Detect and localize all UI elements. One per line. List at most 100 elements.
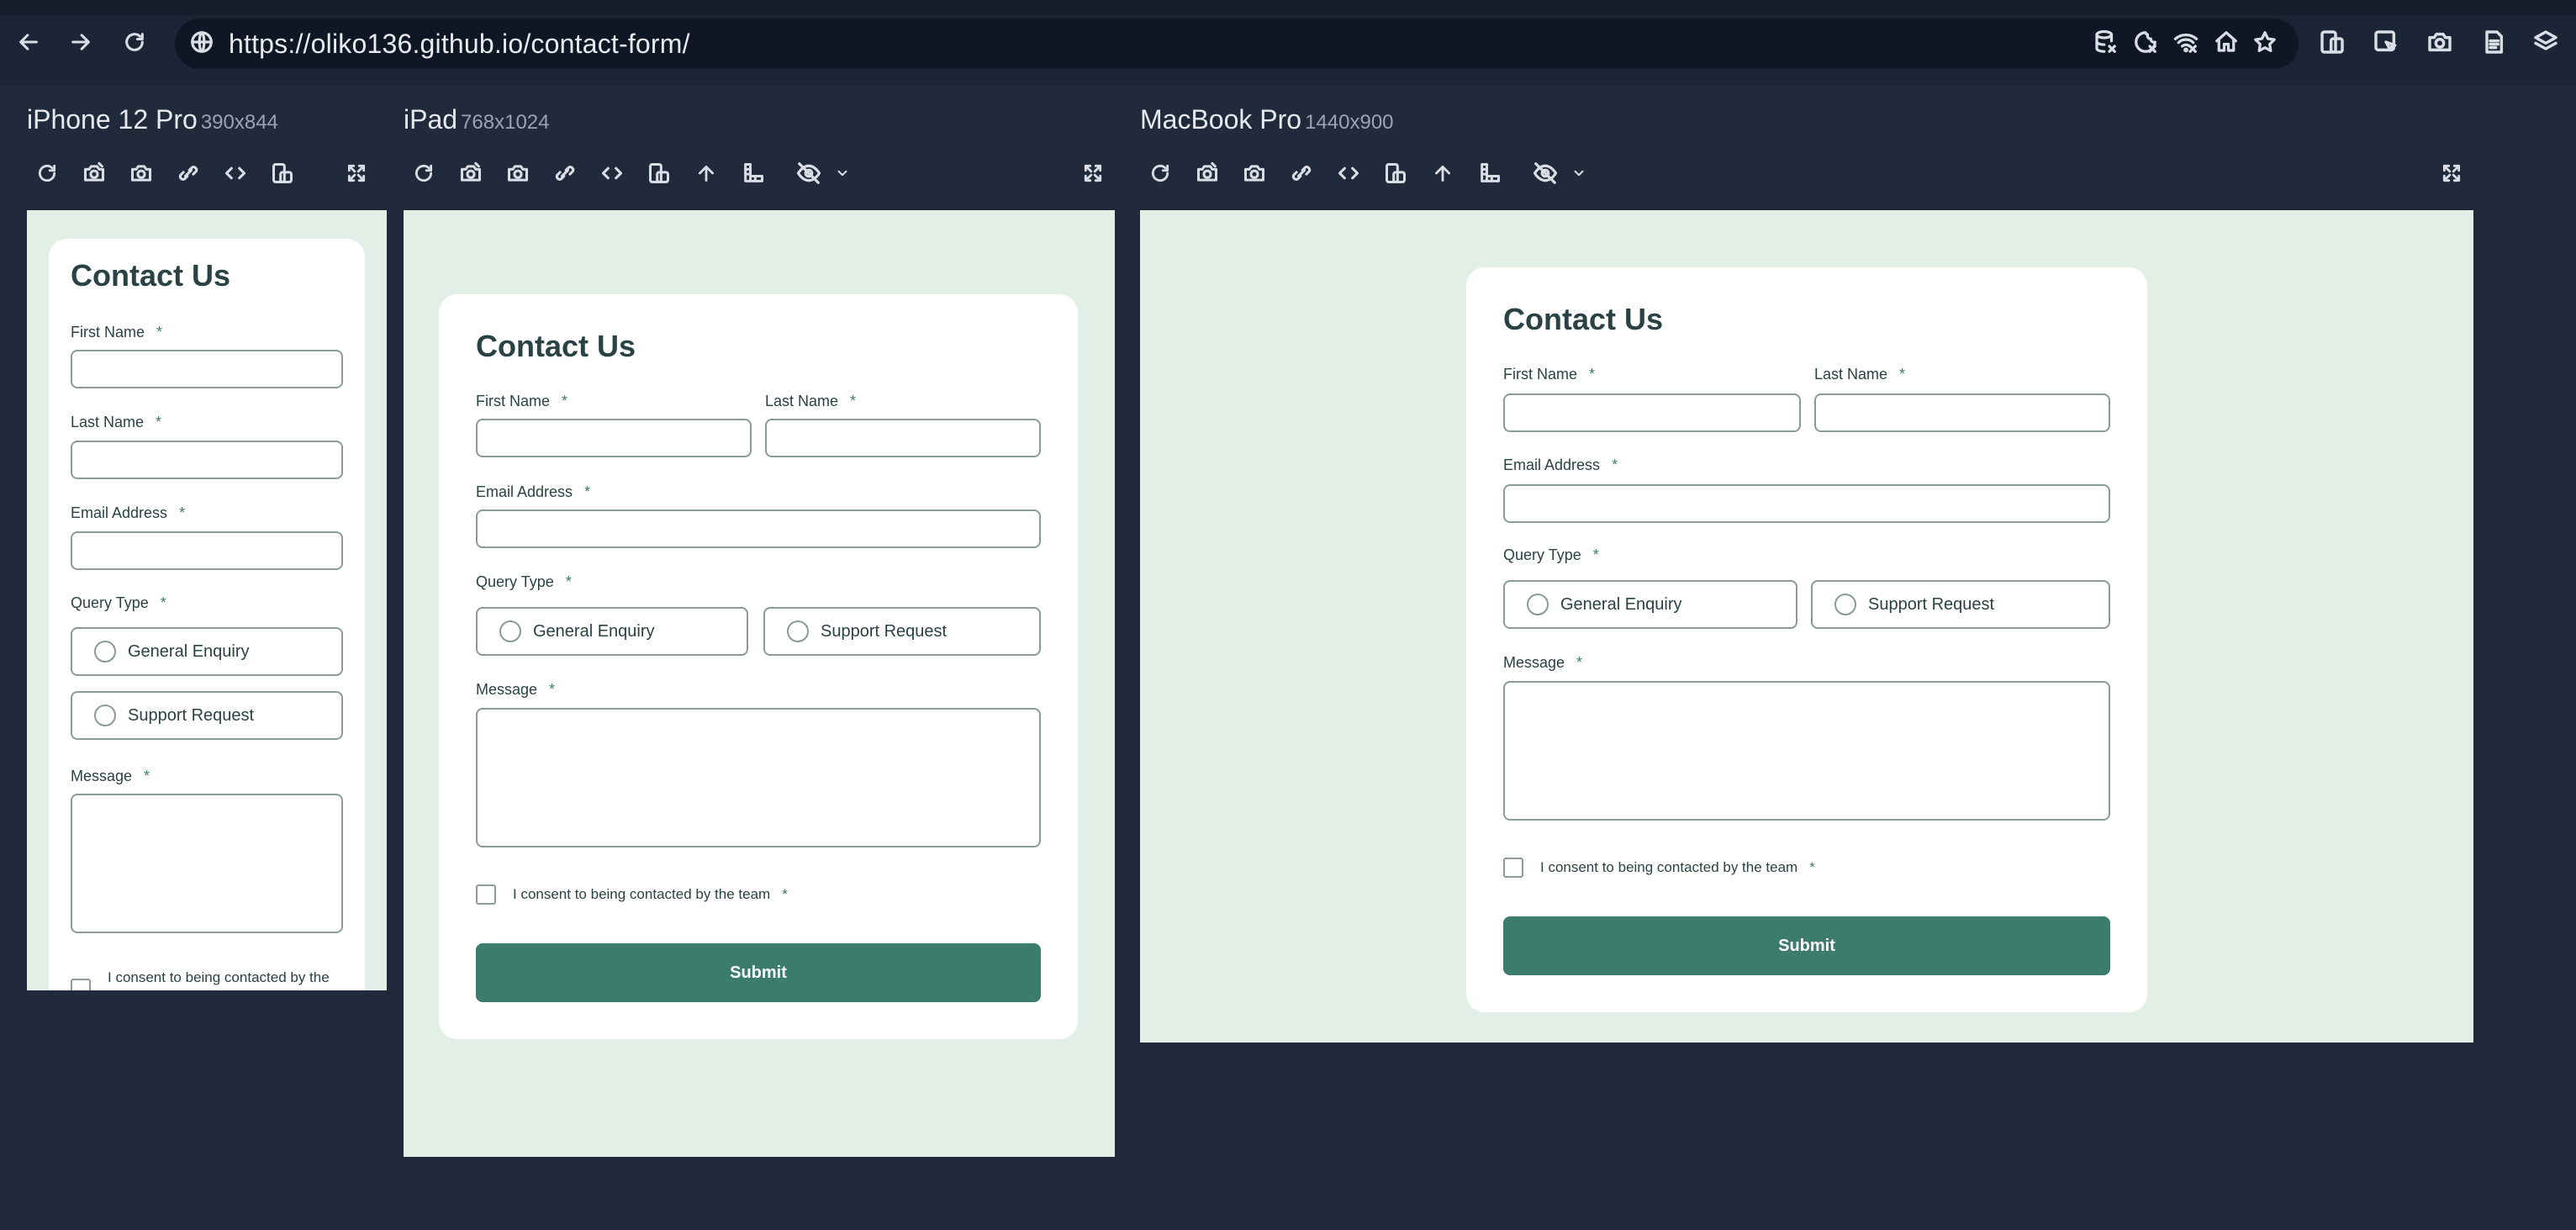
email-label: Email Address * (476, 483, 590, 501)
required-mark: * (1589, 366, 1596, 383)
screenshot-full-icon[interactable] (79, 158, 109, 188)
database-icon[interactable] (2090, 27, 2120, 57)
label-text: Query Type (476, 573, 554, 590)
link-icon[interactable] (1286, 158, 1317, 188)
general-enquiry-option[interactable]: General Enquiry (476, 607, 748, 656)
label-text: Query Type (71, 594, 149, 611)
message-textarea[interactable] (71, 794, 343, 933)
required-mark: * (850, 393, 857, 409)
radio-circle[interactable] (499, 620, 521, 642)
scroll-up-icon[interactable] (691, 158, 721, 188)
refresh-icon[interactable] (409, 158, 439, 188)
screenshot-full-icon[interactable] (456, 158, 486, 188)
last-name-input[interactable] (765, 419, 1041, 457)
device-title-iphone: iPhone 12 Pro 390x844 (27, 99, 278, 143)
back-arrow-icon[interactable] (12, 25, 45, 59)
consent-checkbox[interactable] (1503, 858, 1523, 878)
camera-icon[interactable] (503, 158, 533, 188)
required-mark: * (782, 886, 788, 902)
general-enquiry-option[interactable]: General Enquiry (1503, 580, 1797, 629)
code-icon[interactable] (597, 158, 627, 188)
general-enquiry-option[interactable]: General Enquiry (71, 627, 343, 676)
refresh-icon[interactable] (32, 158, 62, 188)
label-text: Email Address (476, 483, 573, 500)
ruler-icon[interactable] (1475, 158, 1505, 188)
rotate-icon[interactable] (1380, 158, 1411, 188)
label-text: Message (71, 768, 133, 784)
fullscreen-icon[interactable] (1078, 158, 1108, 188)
email-label: Email Address * (71, 504, 185, 522)
radio-circle[interactable] (1527, 594, 1549, 615)
required-mark: * (1612, 457, 1618, 473)
support-request-option[interactable]: Support Request (763, 607, 1041, 656)
code-icon[interactable] (220, 158, 251, 188)
cursor-icon[interactable] (2371, 27, 2401, 57)
last-name-label: Last Name * (71, 413, 161, 431)
radio-circle[interactable] (1834, 594, 1856, 615)
ruler-icon[interactable] (738, 158, 768, 188)
chevron-down-icon[interactable] (827, 158, 858, 188)
submit-button[interactable]: Submit (476, 943, 1041, 1002)
support-request-option[interactable]: Support Request (1811, 580, 2110, 629)
rotate-icon[interactable] (267, 158, 298, 188)
email-input[interactable] (476, 509, 1041, 548)
refresh-icon[interactable] (1145, 158, 1175, 188)
device-dims: 768x1024 (461, 111, 550, 134)
label-text: Last Name (71, 414, 145, 430)
chevron-down-icon[interactable] (1564, 158, 1594, 188)
rotate-icon[interactable] (644, 158, 674, 188)
submit-button[interactable]: Submit (1503, 916, 2110, 975)
reload-icon[interactable] (118, 25, 151, 59)
last-name-input[interactable] (71, 441, 343, 479)
email-input[interactable] (1503, 484, 2110, 523)
support-request-option[interactable]: Support Request (71, 691, 343, 740)
camera-icon[interactable] (1239, 158, 1270, 188)
home-icon[interactable] (2211, 27, 2241, 57)
macbook-viewport: Contact Us First Name * Last Name * Email … (1140, 210, 2473, 1043)
file-icon[interactable] (2478, 27, 2509, 57)
required-mark: * (584, 483, 591, 500)
forward-arrow-icon[interactable] (64, 25, 98, 59)
code-icon[interactable] (1333, 158, 1364, 188)
device-title-ipad: iPad 768x1024 (404, 99, 549, 143)
fullscreen-icon[interactable] (2436, 158, 2467, 188)
option-label: General Enquiry (128, 642, 250, 661)
last-name-label: Last Name * (1814, 365, 1905, 383)
consent-checkbox[interactable] (476, 884, 496, 905)
responsive-icon[interactable] (2317, 27, 2347, 57)
screenshot-full-icon[interactable] (1192, 158, 1222, 188)
link-icon[interactable] (550, 158, 580, 188)
first-name-input[interactable] (1503, 393, 1801, 432)
radio-circle[interactable] (787, 620, 809, 642)
scroll-up-icon[interactable] (1428, 158, 1458, 188)
star-icon[interactable] (2250, 27, 2280, 57)
first-name-label: First Name * (476, 392, 567, 410)
layers-icon[interactable] (2531, 27, 2561, 57)
first-name-input[interactable] (71, 350, 343, 388)
last-name-label: Last Name * (765, 392, 856, 410)
link-icon[interactable] (173, 158, 203, 188)
radio-circle[interactable] (94, 641, 116, 663)
window-top-strip (0, 0, 2576, 15)
eye-off-icon[interactable] (1530, 158, 1560, 188)
site-info-icon[interactable] (187, 27, 217, 57)
radio-circle[interactable] (94, 705, 116, 726)
url-text[interactable]: https://oliko136.github.io/contact-form/ (229, 27, 690, 61)
message-textarea[interactable] (1503, 681, 2110, 821)
fullscreen-icon[interactable] (341, 158, 372, 188)
message-textarea[interactable] (476, 708, 1041, 847)
required-mark: * (1592, 546, 1599, 563)
consent-label: I consent to being contacted by the team… (1540, 858, 1815, 877)
email-input[interactable] (71, 531, 343, 570)
wifi-off-icon[interactable] (2171, 27, 2201, 57)
last-name-input[interactable] (1814, 393, 2110, 432)
eye-off-icon[interactable] (794, 158, 824, 188)
first-name-input[interactable] (476, 419, 752, 457)
camera-icon[interactable] (126, 158, 156, 188)
camera-icon[interactable] (2425, 27, 2455, 57)
consent-checkbox[interactable] (71, 979, 91, 990)
option-label: General Enquiry (533, 622, 655, 641)
message-label: Message * (476, 680, 555, 699)
required-mark: * (1899, 366, 1906, 383)
cookie-icon[interactable] (2130, 27, 2161, 57)
